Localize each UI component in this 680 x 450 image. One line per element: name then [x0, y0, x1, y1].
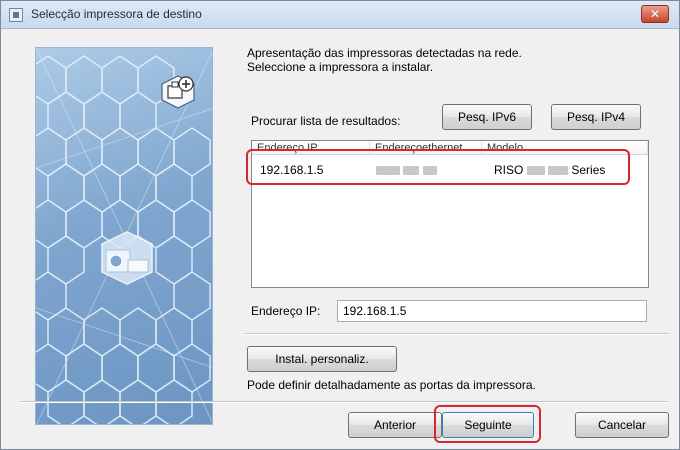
- column-header-model[interactable]: Modelo: [482, 142, 648, 154]
- printer-list-row[interactable]: 192.168.1.5 RISO Series: [252, 161, 648, 179]
- divider-bottom: [21, 401, 667, 403]
- custom-install-description: Pode definir detalhadamente as portas da…: [247, 378, 536, 392]
- title-bar: Selecção impressora de destino ✕: [1, 1, 679, 29]
- row-model-prefix: RISO: [494, 163, 524, 177]
- row-model-suffix: Series: [571, 163, 606, 177]
- printer-plus-icon: [161, 75, 195, 109]
- intro-line-2: Seleccione a impressora a instalar.: [247, 60, 434, 74]
- custom-install-button[interactable]: Instal. personaliz.: [247, 346, 397, 372]
- app-window-icon: [9, 8, 23, 22]
- printer-list-header: Endereço IP Endereçoethernet Modelo: [252, 141, 648, 155]
- cancel-button[interactable]: Cancelar: [575, 412, 669, 438]
- close-button[interactable]: ✕: [641, 5, 669, 23]
- search-ipv6-button[interactable]: Pesq. IPv6: [442, 104, 532, 130]
- printer-list[interactable]: Endereço IP Endereçoethernet Modelo 192.…: [251, 140, 649, 288]
- intro-text: Apresentação das impressoras detectadas …: [247, 46, 522, 74]
- dialog-window: Selecção impressora de destino ✕ Apresen…: [0, 0, 680, 450]
- back-button[interactable]: Anterior: [348, 412, 442, 438]
- ip-address-field[interactable]: [337, 300, 647, 322]
- window-title: Selecção impressora de destino: [31, 7, 202, 21]
- row-model: RISO Series: [494, 163, 605, 177]
- search-results-label: Procurar lista de resultados:: [251, 114, 401, 128]
- search-ipv4-button[interactable]: Pesq. IPv4: [551, 104, 641, 130]
- row-model-redacted: [526, 166, 545, 176]
- next-button[interactable]: Seguinte: [442, 412, 534, 438]
- divider-top: [245, 333, 669, 335]
- row-ethernet-redacted: [376, 163, 437, 177]
- side-illustration: [35, 47, 213, 425]
- intro-line-1: Apresentação das impressoras detectadas …: [247, 46, 522, 60]
- row-ip: 192.168.1.5: [260, 163, 324, 177]
- column-header-ip[interactable]: Endereço IP: [252, 142, 370, 154]
- device-icon: [101, 231, 153, 285]
- ip-address-label: Endereço IP:: [251, 304, 321, 318]
- column-header-ethernet[interactable]: Endereçoethernet: [370, 142, 482, 154]
